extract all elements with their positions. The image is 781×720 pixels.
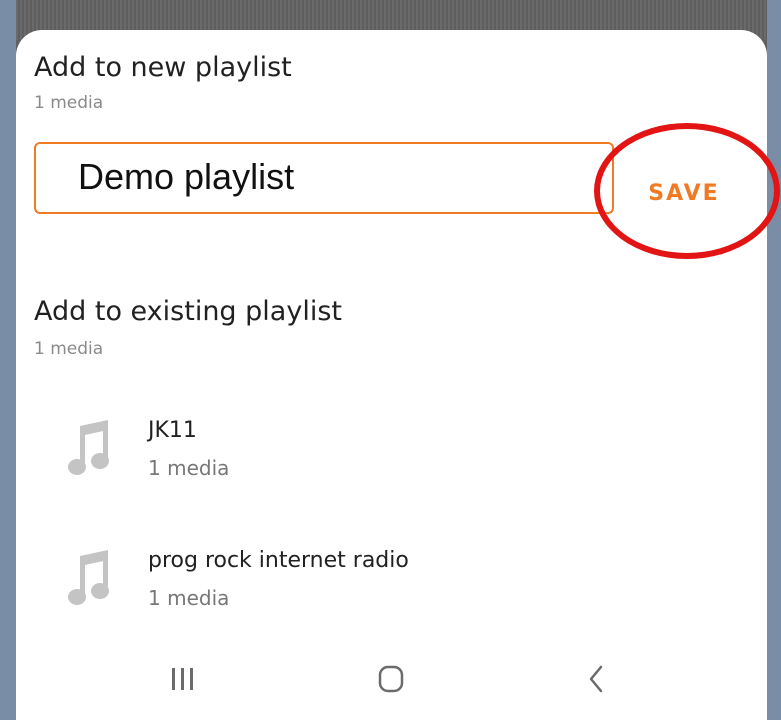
recent-apps-icon [172,668,193,690]
existing-playlist-media-count: 1 media [34,339,104,359]
back-button[interactable] [566,654,626,704]
home-button[interactable] [361,654,421,704]
playlist-item-jk11[interactable]: JK11 1 media [16,400,767,500]
recent-apps-button[interactable] [152,654,212,704]
playlist-item-title: prog rock internet radio [148,548,409,573]
add-to-playlist-sheet: Add to new playlist 1 media Demo playlis… [16,30,780,720]
playlist-item-count: 1 media [148,456,230,480]
music-note-icon [68,420,109,475]
new-playlist-heading: Add to new playlist [34,52,292,83]
save-button[interactable]: SAVE [630,181,738,206]
home-icon [378,665,404,693]
playlist-item-count: 1 media [148,586,230,610]
music-note-icon [68,550,109,605]
back-icon [589,665,603,693]
playlist-name-value: Demo playlist [78,156,295,197]
playlist-item-prog-rock[interactable]: prog rock internet radio 1 media [16,530,767,630]
playlist-name-input[interactable]: Demo playlist [34,142,614,214]
system-navigation-bar [16,636,767,720]
new-playlist-media-count: 1 media [34,93,104,113]
playlist-item-title: JK11 [148,418,197,443]
existing-playlist-heading: Add to existing playlist [34,296,342,327]
